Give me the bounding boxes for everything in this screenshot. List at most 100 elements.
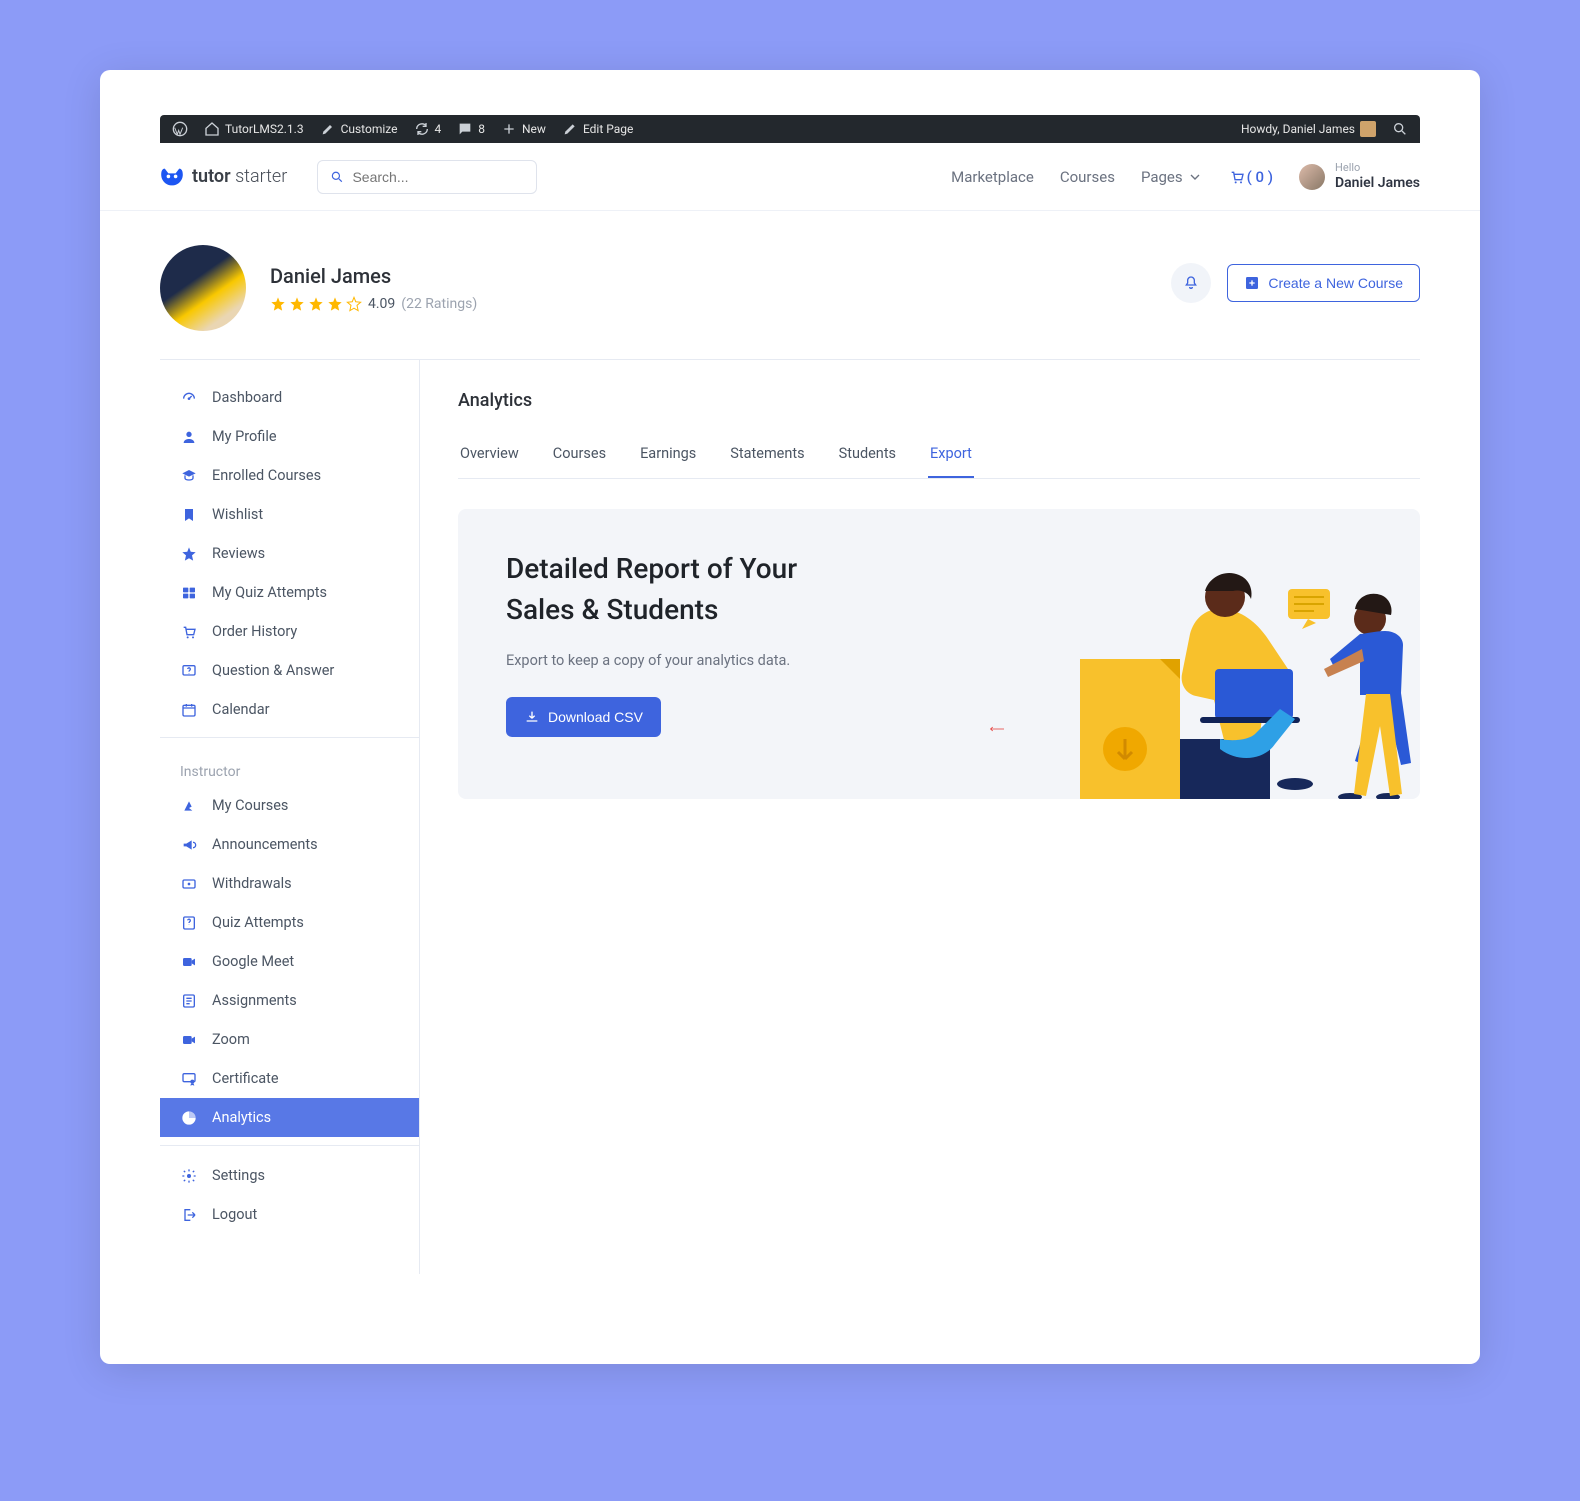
annotation-arrow [988,721,1004,741]
assignments-icon [180,993,198,1009]
create-course-button[interactable]: Create a New Course [1227,264,1420,302]
profile-name: Daniel James [270,264,477,288]
nav-user[interactable]: Hello Daniel James [1299,162,1420,191]
analytics-tabs: Overview Courses Earnings Statements Student… [458,435,1420,479]
star-icon [327,296,343,312]
settings-icon [180,1168,198,1184]
wp-howdy-avatar [1360,121,1376,137]
wp-comments-count: 8 [478,122,485,136]
create-course-label: Create a New Course [1268,275,1403,291]
profile-rating: 4.09 (22 Ratings) [270,296,477,312]
star-icon [308,296,324,312]
nav-courses[interactable]: Courses [1060,168,1115,186]
nav-marketplace[interactable]: Marketplace [951,168,1034,186]
download-csv-button[interactable]: Download CSV [506,697,661,737]
main-content: Analytics OverviewCoursesEarningsStateme… [420,360,1420,1274]
sidebar-item-my-courses[interactable]: My Courses [160,786,419,825]
tab-students[interactable]: Students [837,435,898,478]
sidebar-separator [160,1145,419,1146]
download-csv-label: Download CSV [548,709,643,725]
reviews-icon [180,546,198,562]
sidebar-item-label: My Profile [212,428,277,445]
sidebar-item-assignments[interactable]: Assignments [160,981,419,1020]
wp-comments[interactable]: 8 [457,121,485,137]
wp-site-name[interactable]: TutorLMS2.1.3 [204,121,304,137]
sidebar-item-label: Announcements [212,836,318,853]
sidebar-item-wishlist[interactable]: Wishlist [160,495,419,534]
brand-logo[interactable]: tutor starter [160,166,287,187]
sidebar-item-calendar[interactable]: Calendar [160,690,419,729]
sidebar-item-my-profile[interactable]: My Profile [160,417,419,456]
sidebar-item-enrolled-courses[interactable]: Enrolled Courses [160,456,419,495]
sidebar-item-label: Settings [212,1167,265,1184]
my-courses-icon [180,798,198,814]
wordpress-icon [172,121,188,137]
plus-icon [501,121,517,137]
sidebar-item-order-history[interactable]: Order History [160,612,419,651]
tab-overview[interactable]: Overview [458,435,521,478]
pencil-icon [562,121,578,137]
sidebar-separator [160,737,419,738]
search-input[interactable] [352,169,524,185]
nav-pages[interactable]: Pages [1141,168,1203,186]
zoom-icon [180,1032,198,1048]
sidebar-item-label: Question & Answer [212,662,334,679]
card-title: Detailed Report of Your Sales & Students [506,549,797,630]
sidebar-item-google-meet[interactable]: Google Meet [160,942,419,981]
tab-courses[interactable]: Courses [551,435,608,478]
chevron-down-icon [1187,169,1203,185]
sidebar-item-label: Calendar [212,701,270,718]
wp-howdy-label: Howdy, Daniel James [1241,122,1355,136]
wp-admin-bar: TutorLMS2.1.3 Customize 4 8 New Edit Pag… [160,115,1420,143]
nav-cart[interactable]: ( 0 ) [1229,168,1273,186]
notifications-button[interactable] [1171,263,1211,303]
sidebar-item-label: Enrolled Courses [212,467,321,484]
sidebar-item-label: Google Meet [212,953,294,970]
cart-icon [1229,169,1245,185]
star-icon [289,296,305,312]
wp-new[interactable]: New [501,121,546,137]
sidebar-item-announcements[interactable]: Announcements [160,825,419,864]
sidebar-item-question-answer[interactable]: Question & Answer [160,651,419,690]
sidebar-item-analytics[interactable]: Analytics [160,1098,419,1137]
tab-earnings[interactable]: Earnings [638,435,698,478]
wp-search[interactable] [1392,121,1408,137]
sidebar-item-logout[interactable]: Logout [160,1195,419,1234]
my-profile-icon [180,429,198,445]
analytics-icon [180,1110,198,1126]
sidebar-item-my-quiz-attempts[interactable]: My Quiz Attempts [160,573,419,612]
wp-howdy[interactable]: Howdy, Daniel James [1241,121,1376,137]
search-icon [1392,121,1408,137]
wp-logo[interactable] [172,121,188,137]
wp-edit[interactable]: Edit Page [562,121,633,137]
user-avatar [1299,164,1325,190]
search-box[interactable] [317,160,537,194]
sidebar-item-quiz-attempts[interactable]: Quiz Attempts [160,903,419,942]
calendar-icon [180,702,198,718]
sidebar-item-dashboard[interactable]: Dashboard [160,378,419,417]
sidebar-item-reviews[interactable]: Reviews [160,534,419,573]
main-columns: Dashboard My Profile Enrolled Courses Wishl… [100,360,1480,1364]
user-text: Hello Daniel James [1335,162,1420,191]
wp-updates[interactable]: 4 [414,121,442,137]
brand-primary: tutor [192,166,231,187]
tab-export[interactable]: Export [928,435,974,478]
export-illustration [1070,549,1420,799]
order-history-icon [180,624,198,640]
sidebar-item-withdrawals[interactable]: Withdrawals [160,864,419,903]
tab-statements[interactable]: Statements [728,435,806,478]
download-icon [524,709,540,725]
star-outline-icon [346,296,362,312]
sidebar-item-zoom[interactable]: Zoom [160,1020,419,1059]
home-icon [204,121,220,137]
export-card: Detailed Report of Your Sales & Students… [458,509,1420,799]
google-meet-icon [180,954,198,970]
sidebar-item-label: Zoom [212,1031,250,1048]
sidebar-item-certificate[interactable]: Certificate [160,1059,419,1098]
sidebar-item-settings[interactable]: Settings [160,1156,419,1195]
sidebar-item-label: Reviews [212,545,265,562]
plus-square-icon [1244,275,1260,291]
sidebar-item-label: My Courses [212,797,288,814]
user-hello: Hello [1335,162,1420,173]
wp-customize[interactable]: Customize [320,121,398,137]
